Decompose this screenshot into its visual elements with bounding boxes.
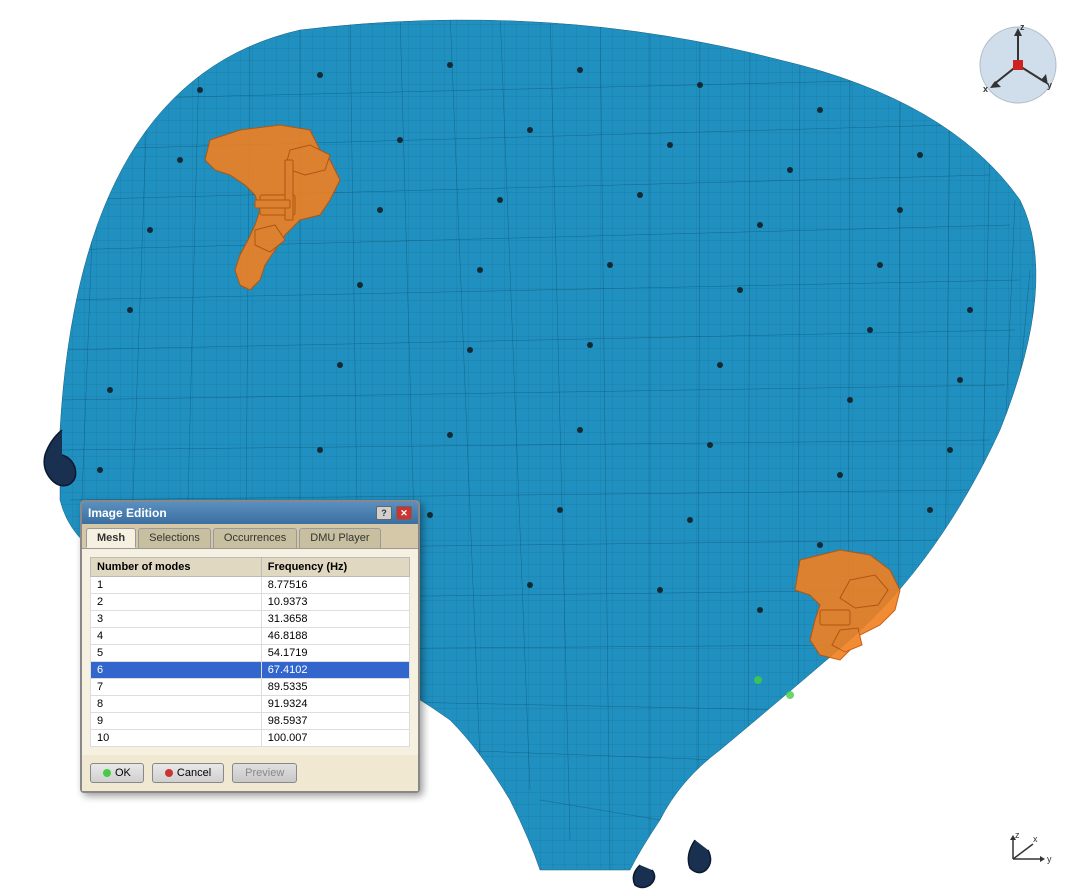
tab-mesh[interactable]: Mesh xyxy=(86,528,136,548)
cancel-icon xyxy=(165,769,173,777)
table-row[interactable]: 2 10.9373 xyxy=(91,594,410,611)
cell-mode: 8 xyxy=(91,696,262,713)
cell-frequency: 10.9373 xyxy=(261,594,409,611)
col-header-modes: Number of modes xyxy=(91,558,262,577)
cell-frequency: 46.8188 xyxy=(261,628,409,645)
cell-mode: 4 xyxy=(91,628,262,645)
svg-text:y: y xyxy=(1047,854,1052,864)
tab-selections[interactable]: Selections xyxy=(138,528,211,548)
ok-button[interactable]: OK xyxy=(90,763,144,783)
table-row[interactable]: 10 100.007 xyxy=(91,730,410,747)
modes-table: Number of modes Frequency (Hz) 1 8.77516… xyxy=(90,557,410,747)
cell-frequency: 91.9324 xyxy=(261,696,409,713)
dialog-footer: OK Cancel Preview xyxy=(82,755,418,791)
cell-mode: 2 xyxy=(91,594,262,611)
cell-mode: 1 xyxy=(91,577,262,594)
axis-indicator-top-right: z x y xyxy=(973,20,1063,110)
svg-text:z: z xyxy=(1020,22,1025,32)
tab-dmu-player[interactable]: DMU Player xyxy=(299,528,380,548)
dialog-title-left: Image Edition xyxy=(88,506,167,520)
table-row[interactable]: 6 67.4102 xyxy=(91,662,410,679)
cell-mode: 9 xyxy=(91,713,262,730)
title-controls: ? ✕ xyxy=(376,506,412,520)
cell-mode: 5 xyxy=(91,645,262,662)
cell-frequency: 98.5937 xyxy=(261,713,409,730)
svg-text:z: z xyxy=(1015,830,1020,840)
col-header-frequency: Frequency (Hz) xyxy=(261,558,409,577)
ok-icon xyxy=(103,769,111,777)
cancel-button[interactable]: Cancel xyxy=(152,763,224,783)
table-row[interactable]: 4 46.8188 xyxy=(91,628,410,645)
cell-mode: 6 xyxy=(91,662,262,679)
dialog-content: Number of modes Frequency (Hz) 1 8.77516… xyxy=(82,549,418,755)
cell-frequency: 89.5335 xyxy=(261,679,409,696)
svg-text:x: x xyxy=(983,84,988,94)
svg-text:y: y xyxy=(1047,80,1052,90)
table-row[interactable]: 1 8.77516 xyxy=(91,577,410,594)
cell-frequency: 54.1719 xyxy=(261,645,409,662)
cell-frequency: 100.007 xyxy=(261,730,409,747)
close-button[interactable]: ✕ xyxy=(396,506,412,520)
help-button[interactable]: ? xyxy=(376,506,392,520)
cancel-label: Cancel xyxy=(177,767,211,779)
tab-occurrences[interactable]: Occurrences xyxy=(213,528,297,548)
table-row[interactable]: 7 89.5335 xyxy=(91,679,410,696)
cell-frequency: 67.4102 xyxy=(261,662,409,679)
cell-mode: 10 xyxy=(91,730,262,747)
dialog-tabs: Mesh Selections Occurrences DMU Player xyxy=(82,524,418,549)
cell-frequency: 8.77516 xyxy=(261,577,409,594)
cell-mode: 7 xyxy=(91,679,262,696)
preview-label: Preview xyxy=(245,767,284,779)
table-row[interactable]: 9 98.5937 xyxy=(91,713,410,730)
dialog-title-text: Image Edition xyxy=(88,506,167,520)
image-edition-dialog: Image Edition ? ✕ Mesh Selections Occurr… xyxy=(80,500,420,793)
table-row[interactable]: 5 54.1719 xyxy=(91,645,410,662)
cell-mode: 3 xyxy=(91,611,262,628)
cell-frequency: 31.3658 xyxy=(261,611,409,628)
preview-button[interactable]: Preview xyxy=(232,763,297,783)
axis-indicator-bottom-right: y z x xyxy=(1003,829,1063,869)
ok-label: OK xyxy=(115,767,131,779)
table-row[interactable]: 8 91.9324 xyxy=(91,696,410,713)
dialog-titlebar[interactable]: Image Edition ? ✕ xyxy=(82,502,418,524)
svg-text:x: x xyxy=(1033,834,1038,844)
table-row[interactable]: 3 31.3658 xyxy=(91,611,410,628)
